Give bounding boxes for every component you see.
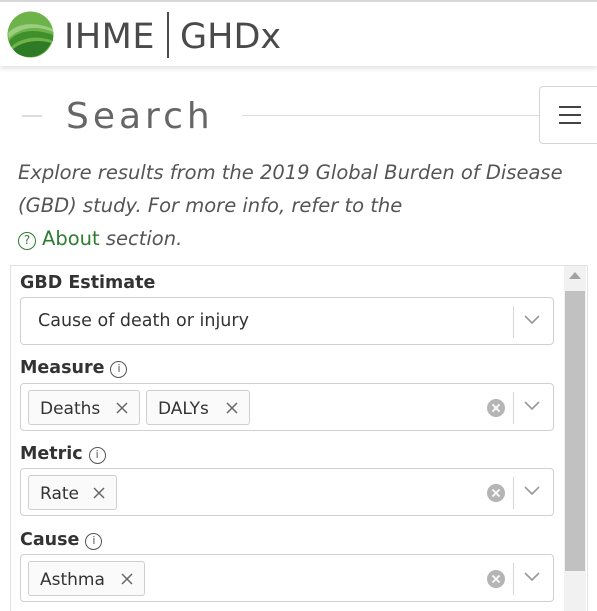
info-icon[interactable]: i [88,447,106,464]
menu-icon [559,122,581,124]
select-separator [513,392,514,424]
measure-chip-deaths[interactable]: Deaths [28,390,140,425]
metric-select[interactable]: Rate [20,468,554,516]
remove-chip-icon[interactable] [92,486,106,500]
metric-chip-rate[interactable]: Rate [28,475,117,510]
intro-paragraph: Explore results from the 2019 Global Bur… [18,156,578,255]
cause-select[interactable]: Asthma [20,554,554,602]
product-name[interactable]: GHDx [180,17,281,57]
chip-label: Asthma [40,570,105,590]
chip-label: Rate [40,484,79,504]
select-separator [513,563,514,595]
brand-name[interactable]: IHME [64,17,155,57]
measure-chip-dalys[interactable]: DALYs [146,390,250,425]
page-title: Search [66,96,214,137]
menu-button[interactable] [539,86,597,144]
ihme-logo-icon[interactable] [7,11,54,58]
clear-icon[interactable] [487,484,505,502]
menu-icon [559,106,581,108]
help-circle-icon: ? [18,232,36,250]
measure-select[interactable]: Deaths DALYs [20,383,554,431]
heading-rule-right [242,115,542,116]
chevron-down-icon[interactable] [523,567,541,585]
scroll-up-arrow-icon[interactable] [569,272,581,279]
metric-label: Metric i [20,444,106,464]
cause-label: Cause i [20,530,103,550]
menu-icon [559,114,581,116]
info-icon[interactable]: i [85,533,103,550]
gbd-estimate-select[interactable]: Cause of death or injury [20,297,554,345]
chip-label: Deaths [40,399,101,419]
cause-chip-asthma[interactable]: Asthma [28,561,145,596]
chip-label: DALYs [158,399,209,419]
brand-divider [167,12,169,58]
remove-chip-icon[interactable] [225,401,239,415]
gbd-estimate-value: Cause of death or injury [38,311,249,331]
scrollbar-thumb[interactable] [565,291,585,571]
info-icon[interactable]: i [110,361,128,378]
about-link[interactable]: ? About [18,227,100,250]
chevron-down-icon[interactable] [523,396,541,414]
remove-chip-icon[interactable] [115,401,129,415]
select-separator [513,477,514,509]
about-link-label: About [42,227,100,250]
clear-icon[interactable] [487,570,505,588]
measure-label: Measure i [20,358,128,378]
chevron-down-icon[interactable] [523,481,541,499]
site-header: IHME GHDx [0,0,597,66]
heading-rule-left [22,115,42,117]
gbd-estimate-label: GBD Estimate [20,273,156,293]
clear-icon[interactable] [487,399,505,417]
intro-text: Explore results from the 2019 Global Bur… [18,161,563,217]
intro-suffix: section. [99,227,183,250]
remove-chip-icon[interactable] [120,572,134,586]
chevron-down-icon[interactable] [523,310,541,328]
select-separator [513,306,514,338]
